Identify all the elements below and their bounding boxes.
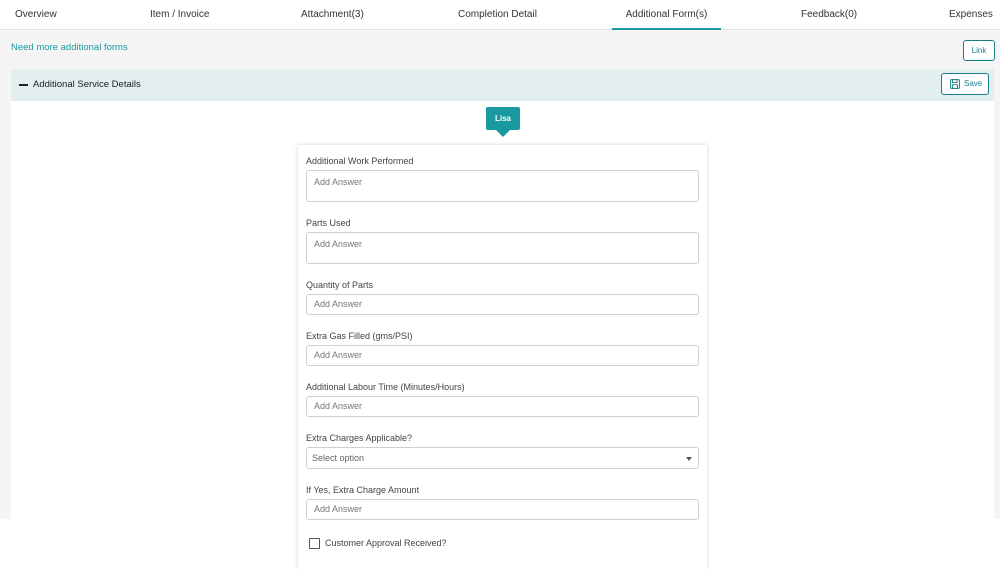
- save-button[interactable]: Save: [941, 73, 989, 95]
- question-label: Extra Gas Filled (gms/PSI): [306, 331, 413, 341]
- question-label: Extra Charges Applicable?: [306, 433, 413, 443]
- form-card: Additional Work Performed Add Answer Par…: [298, 145, 707, 569]
- quantity-of-parts-input[interactable]: Add Answer: [306, 294, 699, 315]
- tab-bar: Overview Item / Invoice Attachment(3) Co…: [0, 0, 1000, 30]
- tab-additional-forms[interactable]: Additional Form(s): [612, 0, 721, 30]
- chevron-down-icon: [686, 457, 692, 461]
- question-label: Additional Labour Time (Minutes/Hours): [306, 382, 465, 392]
- save-button-label: Save: [964, 79, 983, 88]
- user-badge: Lisa: [486, 107, 520, 130]
- select-value: Select option: [312, 453, 365, 463]
- labour-time-input[interactable]: Add Answer: [306, 396, 699, 417]
- extra-charges-select[interactable]: Select option: [306, 447, 699, 469]
- collapse-icon[interactable]: [19, 84, 28, 86]
- extra-gas-input[interactable]: Add Answer: [306, 345, 699, 366]
- floppy-disk-icon: [950, 79, 960, 89]
- question-label: Parts Used: [306, 218, 351, 228]
- question-label: If Yes, Extra Charge Amount: [306, 485, 420, 495]
- tab-item-invoice[interactable]: Item / Invoice: [150, 0, 209, 30]
- section-header[interactable]: Additional Service Details Save: [11, 69, 994, 101]
- tab-attachment[interactable]: Attachment(3): [301, 0, 364, 30]
- question-label: Additional Work Performed: [306, 156, 414, 166]
- tab-expenses[interactable]: Expenses: [949, 0, 993, 30]
- badge-pointer: [496, 130, 510, 137]
- customer-approval-checkbox[interactable]: [309, 538, 320, 549]
- section-title: Additional Service Details: [33, 79, 141, 90]
- tab-feedback[interactable]: Feedback(0): [801, 0, 857, 30]
- link-button[interactable]: Link: [963, 40, 995, 61]
- checkbox-label: Customer Approval Received?: [325, 538, 447, 548]
- parts-used-input[interactable]: Add Answer: [306, 232, 699, 264]
- need-more-forms-link[interactable]: Need more additional forms: [11, 42, 128, 53]
- additional-work-input[interactable]: Add Answer: [306, 170, 699, 202]
- extra-charge-amount-input[interactable]: Add Answer: [306, 499, 699, 520]
- tab-overview[interactable]: Overview: [15, 0, 57, 30]
- question-label: Quantity of Parts: [306, 280, 374, 290]
- tab-completion-detail[interactable]: Completion Detail: [458, 0, 537, 30]
